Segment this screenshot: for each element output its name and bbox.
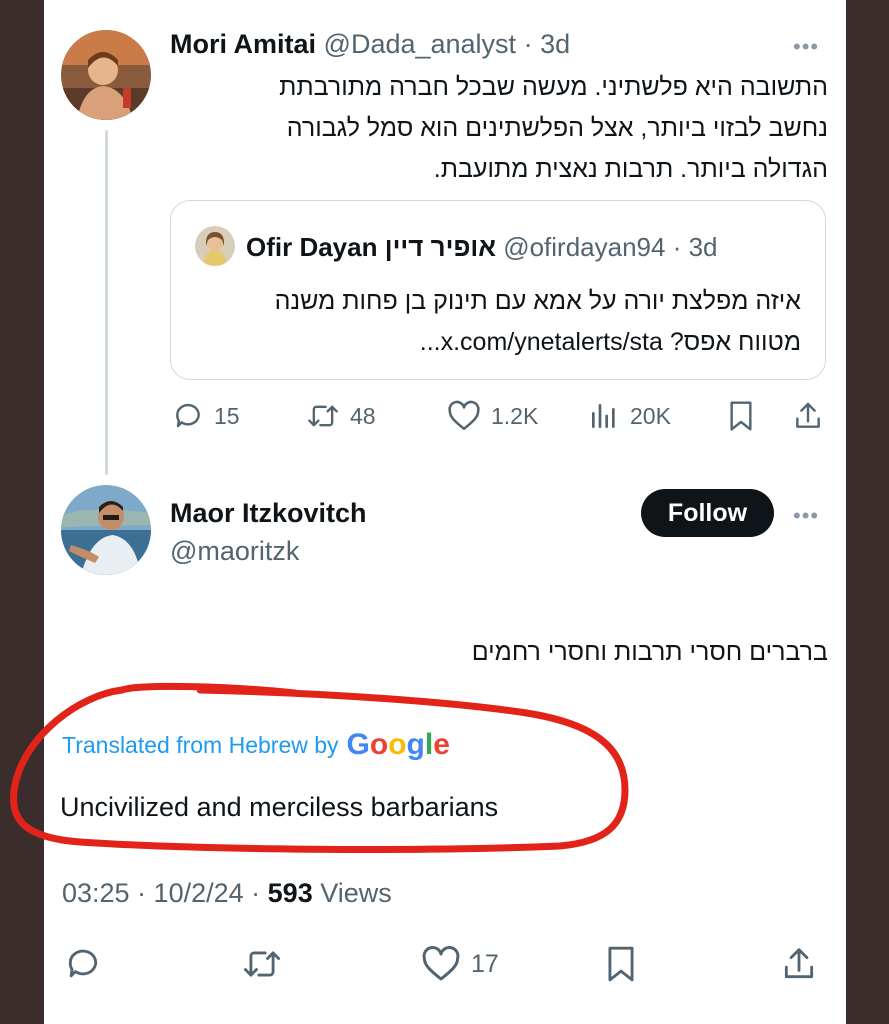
tweet2-meta: 03:25 · 10/2/24 · 593 Views — [62, 878, 392, 909]
red-annotation-circle — [10, 682, 629, 853]
tweet2-share-action[interactable] — [780, 945, 818, 983]
reply-icon — [68, 949, 98, 978]
bookmark-icon — [608, 946, 634, 982]
retweet-icon — [243, 951, 281, 977]
tweet2-like-count: 17 — [471, 949, 499, 978]
tweet2-retweet-action[interactable] — [241, 945, 283, 983]
tweet2-views-label: Views — [320, 878, 392, 908]
tweet2-timestamp[interactable]: 03:25 · 10/2/24 · — [62, 878, 260, 908]
share-icon — [784, 948, 814, 979]
tweet2-reply-action[interactable] — [64, 945, 102, 983]
heart-icon — [422, 946, 460, 981]
tweet2-bookmark-action[interactable] — [605, 945, 637, 983]
tweet2-like-action[interactable]: 17 — [421, 945, 499, 983]
tweet2-views-count: 593 — [267, 878, 313, 908]
